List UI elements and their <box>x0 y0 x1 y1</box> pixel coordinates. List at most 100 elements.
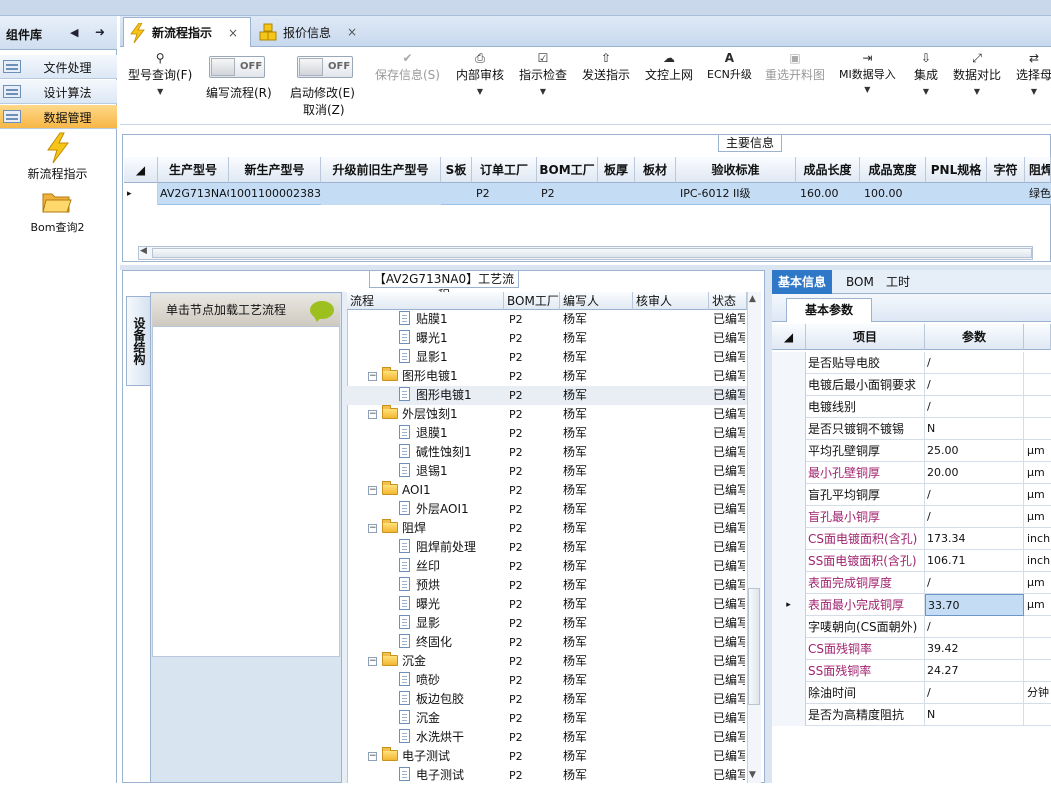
cell-status[interactable]: 已编写 <box>713 709 745 728</box>
nav-item-design-algorithm[interactable]: 设计算法 <box>0 80 117 104</box>
cell-status[interactable]: 已编写 <box>713 443 745 462</box>
table-row[interactable]: 盲孔最小铜厚 / μm <box>772 506 1051 528</box>
mi-data-import-button[interactable]: ⇥ MI数据导入 ▼ <box>839 50 896 95</box>
param-value[interactable]: / <box>925 616 1024 638</box>
cell-writer[interactable]: 杨军 <box>563 443 636 462</box>
cell-bom[interactable]: P2 <box>509 405 565 424</box>
scroll-left-icon[interactable]: ◀ <box>140 246 147 256</box>
table-row[interactable]: 外层AOI1 P2 杨军 已编写 <box>347 500 761 519</box>
cell-bom[interactable]: P2 <box>509 652 565 671</box>
param-value[interactable]: / <box>925 352 1024 374</box>
process-node[interactable]: 贴膜1 <box>399 310 504 329</box>
cell-status[interactable]: 已编写 <box>713 538 745 557</box>
cell-writer[interactable]: 杨军 <box>563 329 636 348</box>
tab-close-icon[interactable]: × <box>228 26 238 40</box>
integrate-button[interactable]: ⇩ 集成 ▼ <box>914 50 938 97</box>
table-row[interactable]: 电镀后最小面铜要求 / <box>772 374 1051 396</box>
cell-status[interactable]: 已编写 <box>713 500 745 519</box>
cell-bom[interactable]: P2 <box>509 614 565 633</box>
cell-status[interactable]: 已编写 <box>713 671 745 690</box>
vertical-scroll-thumb[interactable] <box>748 588 760 705</box>
table-row[interactable]: ▸ 表面最小完成铜厚 33.70 μm <box>772 594 1051 616</box>
app-new-process-label[interactable]: 新流程指示 <box>20 165 95 182</box>
table-row[interactable]: 贴膜1 P2 杨军 已编写 <box>347 310 761 329</box>
cell-bom[interactable]: P2 <box>509 462 565 481</box>
cell-status[interactable]: 已编写 <box>713 519 745 538</box>
table-row[interactable]: 表面完成铜厚度 / μm <box>772 572 1051 594</box>
cell-reviewer[interactable] <box>636 348 712 367</box>
tab-close-icon[interactable]: × <box>347 25 357 39</box>
cell-model[interactable]: AV2G713NA0 <box>156 183 229 205</box>
table-row[interactable]: 终固化 P2 杨军 已编写 <box>347 633 761 652</box>
cell-writer[interactable]: 杨军 <box>563 690 636 709</box>
table-row[interactable]: 水洗烘干 P2 杨军 已编写 <box>347 728 761 747</box>
cell-bom[interactable]: P2 <box>509 576 565 595</box>
tab-work-hours[interactable]: 工时 <box>880 270 916 294</box>
cell-writer[interactable]: 杨军 <box>563 386 636 405</box>
cell-status[interactable]: 已编写 <box>713 557 745 576</box>
cell-status[interactable]: 已编写 <box>713 595 745 614</box>
col-header-unit[interactable] <box>1024 324 1051 350</box>
collapse-node-icon[interactable]: − <box>368 524 377 533</box>
cell-status[interactable]: 已编写 <box>713 405 745 424</box>
process-node[interactable]: 电子测试 <box>399 766 504 785</box>
row-indicator[interactable]: ▸ <box>772 594 806 616</box>
cell-length[interactable]: 160.00 <box>796 183 860 205</box>
process-node[interactable]: 丝印 <box>399 557 504 576</box>
row-indicator[interactable] <box>772 572 806 594</box>
process-node[interactable]: 板边包胶 <box>399 690 504 709</box>
param-value[interactable]: / <box>925 682 1024 704</box>
cell-reviewer[interactable] <box>636 329 712 348</box>
table-row[interactable]: 退膜1 P2 杨军 已编写 <box>347 424 761 443</box>
table-row[interactable]: 最小孔壁铜厚 20.00 μm <box>772 462 1051 484</box>
process-node[interactable]: 喷砂 <box>399 671 504 690</box>
table-row[interactable]: 图形电镀1 − P2 杨军 已编写 <box>347 367 761 386</box>
cell-writer[interactable]: 杨军 <box>563 747 636 766</box>
param-value[interactable]: / <box>925 396 1024 418</box>
cell-reviewer[interactable] <box>636 424 712 443</box>
cell-status[interactable]: 已编写 <box>713 614 745 633</box>
process-node[interactable]: 显影1 <box>399 348 504 367</box>
param-value[interactable]: / <box>925 506 1024 528</box>
table-row[interactable]: 沉金 P2 杨军 已编写 <box>347 709 761 728</box>
cell-bom[interactable]: P2 <box>509 595 565 614</box>
cell-reviewer[interactable] <box>636 481 712 500</box>
chevron-down-icon[interactable]: ▼ <box>864 85 870 94</box>
table-row[interactable]: CS面残铜率 39.42 <box>772 638 1051 660</box>
col-header[interactable]: 订单工厂 <box>472 157 537 183</box>
cell-reviewer[interactable] <box>636 671 712 690</box>
cell-bom[interactable]: P2 <box>509 728 565 747</box>
cell-writer[interactable]: 杨军 <box>563 576 636 595</box>
cell-acceptance-standard[interactable]: IPC-6012 II级 <box>676 183 796 205</box>
cell-material[interactable] <box>635 183 676 205</box>
row-indicator[interactable] <box>772 638 806 660</box>
cell-writer[interactable]: 杨军 <box>563 614 636 633</box>
cell-writer[interactable]: 杨军 <box>563 519 636 538</box>
process-node[interactable]: 显影 <box>399 614 504 633</box>
cell-bom[interactable]: P2 <box>509 500 565 519</box>
process-node[interactable]: 水洗烘干 <box>399 728 504 747</box>
cell-status[interactable]: 已编写 <box>713 462 745 481</box>
cell-order-factory[interactable]: P2 <box>472 183 537 205</box>
row-indicator[interactable]: ▸ <box>124 183 158 205</box>
cell-reviewer[interactable] <box>636 709 712 728</box>
cell-status[interactable]: 已编写 <box>713 652 745 671</box>
cell-reviewer[interactable] <box>636 538 712 557</box>
cell-reviewer[interactable] <box>636 519 712 538</box>
start-modify-toggle[interactable]: OFF <box>297 56 353 78</box>
tab-basic-params[interactable]: 基本参数 <box>786 298 872 322</box>
col-header[interactable]: 项目 <box>806 324 925 350</box>
cell-writer[interactable]: 杨军 <box>563 462 636 481</box>
tab-quote-info[interactable]: 报价信息 × <box>253 17 371 47</box>
process-node[interactable]: 图形电镀1 <box>399 386 504 405</box>
col-header[interactable]: PNL规格 <box>926 157 987 183</box>
chevron-down-icon[interactable]: ▼ <box>157 87 163 96</box>
speech-bubble-icon[interactable] <box>310 301 334 322</box>
cell-reviewer[interactable] <box>636 310 712 329</box>
col-header[interactable]: 字符 <box>987 157 1025 183</box>
cell-char[interactable] <box>987 183 1025 205</box>
send-instruction-button[interactable]: ⇧ 发送指示 <box>582 50 630 83</box>
pin-icon[interactable]: ➜ <box>95 25 105 39</box>
cell-status[interactable]: 已编写 <box>713 576 745 595</box>
col-header[interactable]: 成品宽度 <box>860 157 926 183</box>
